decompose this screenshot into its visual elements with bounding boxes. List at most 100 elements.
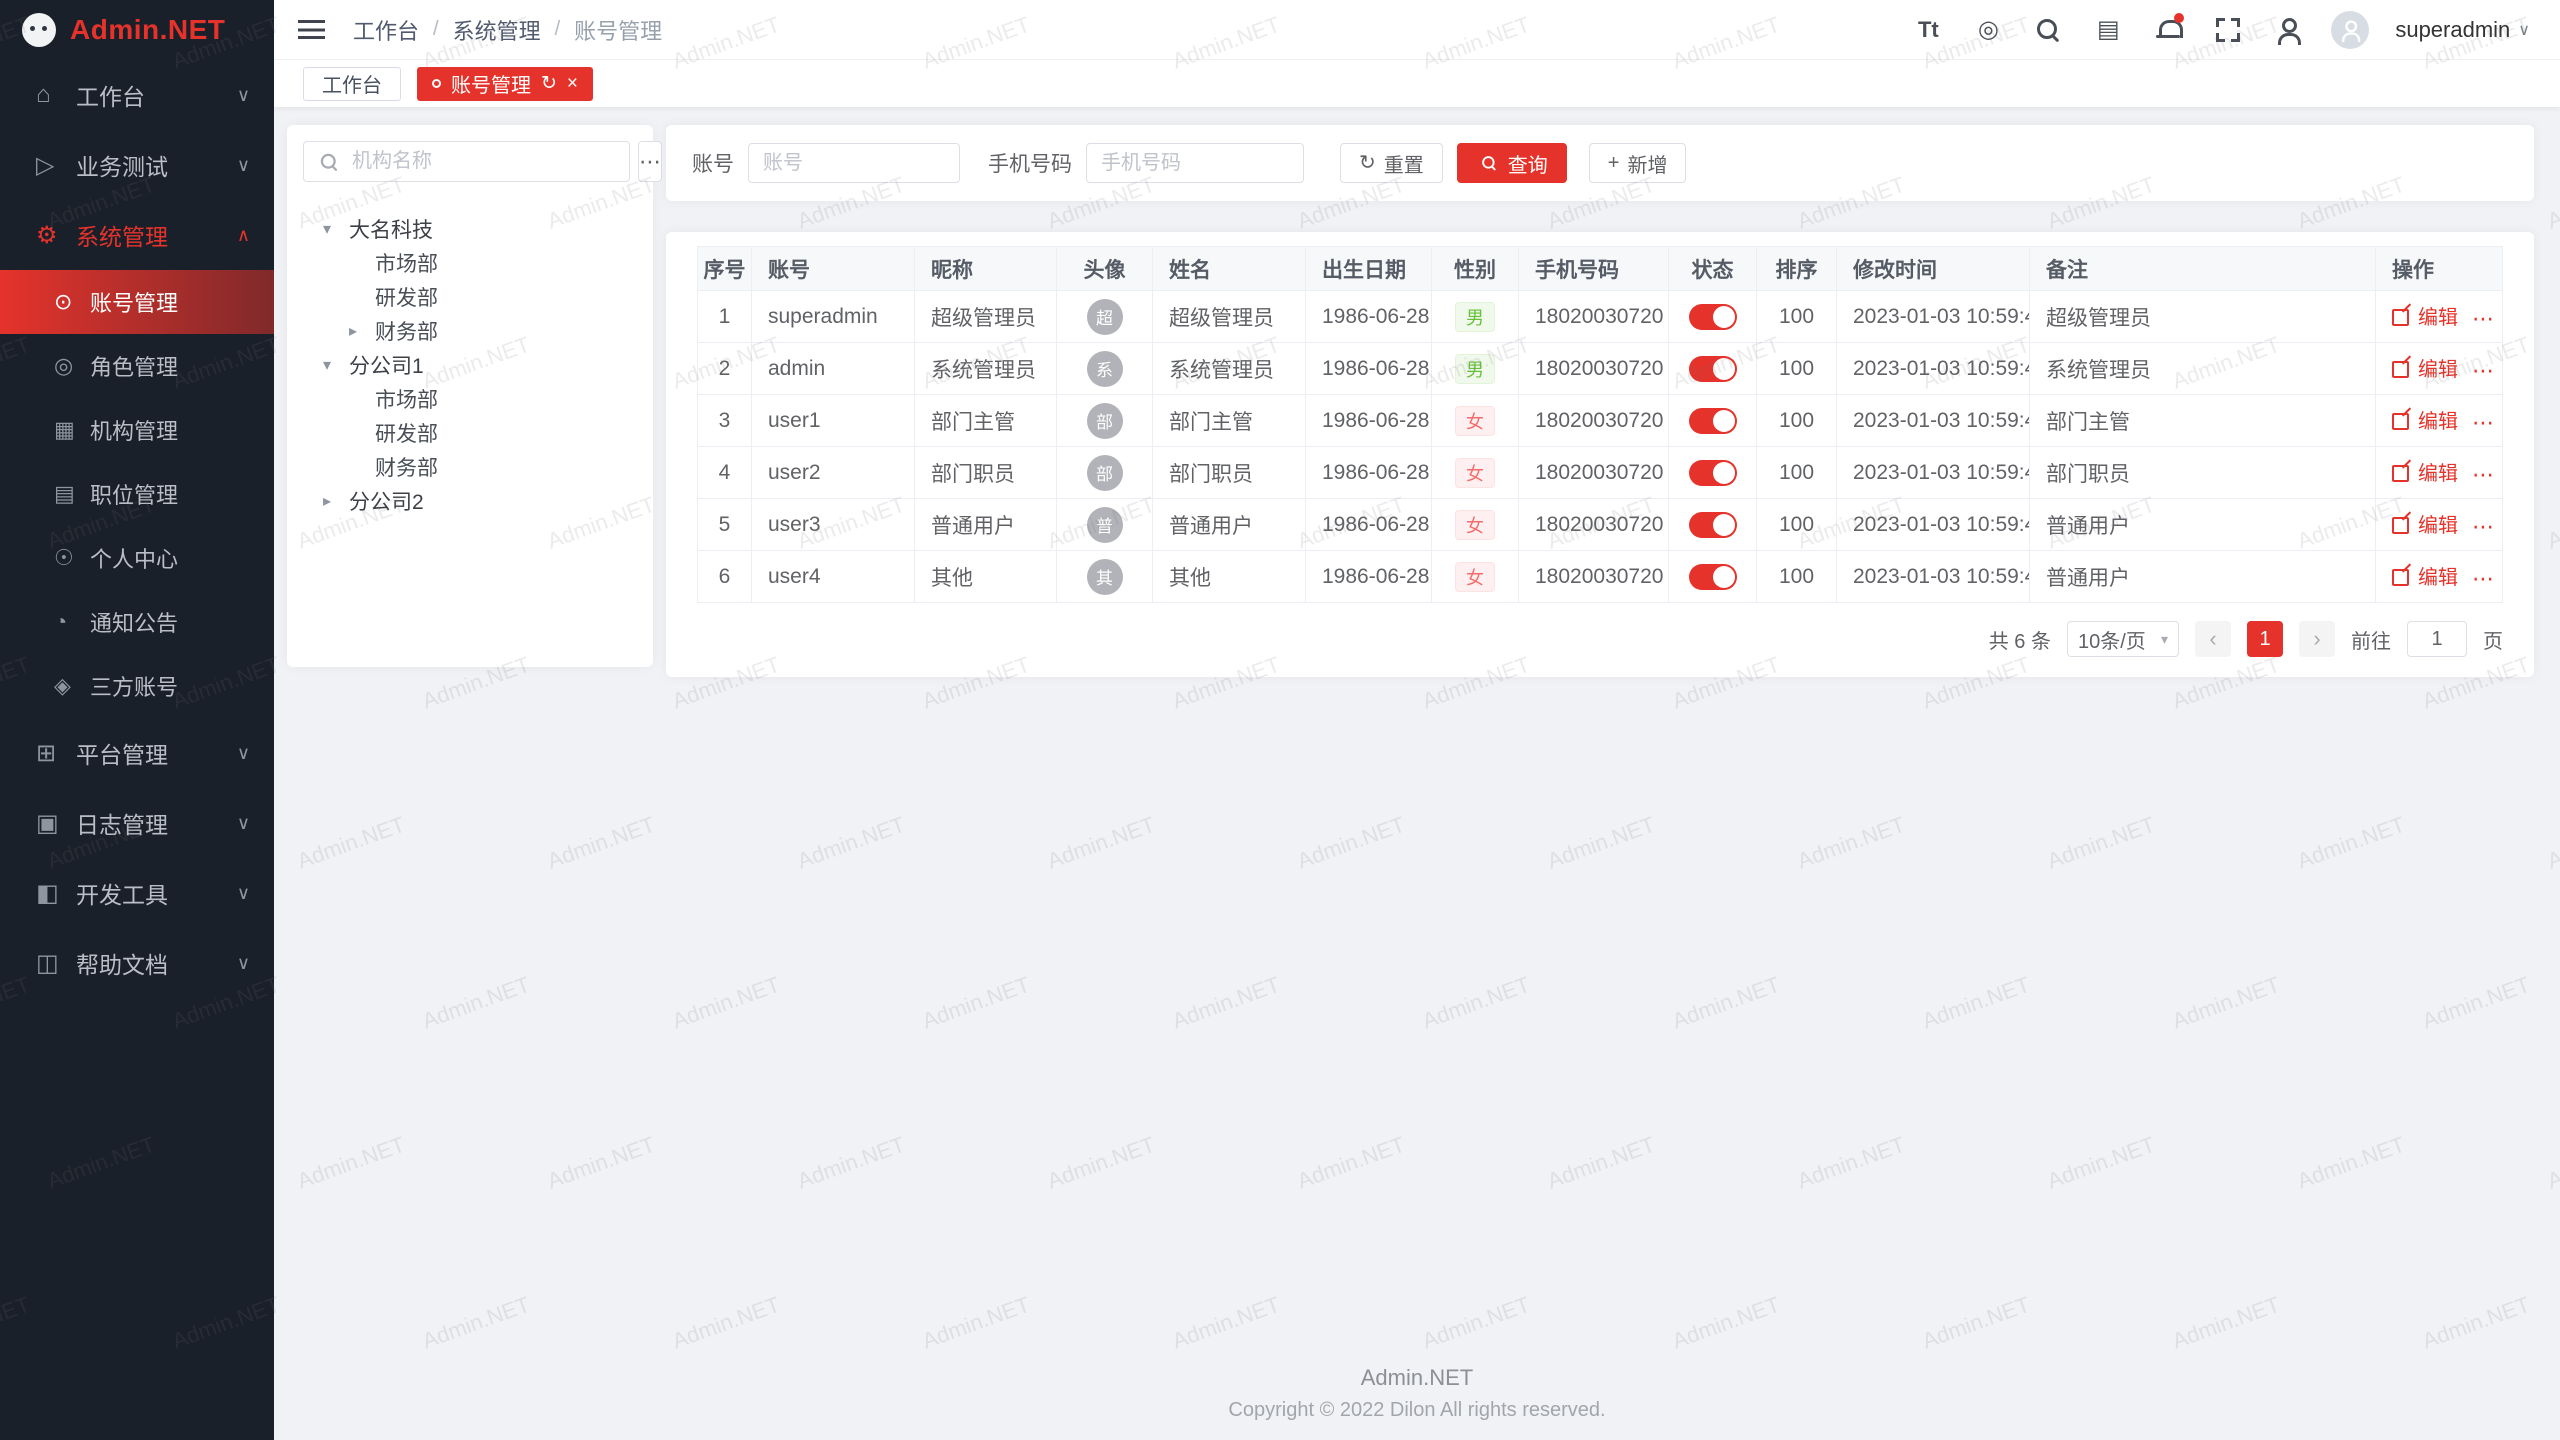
status-toggle[interactable] [1689, 304, 1737, 330]
tree-node-branch1[interactable]: ▾ 分公司1 [303, 348, 637, 382]
sidebar-item-system-management[interactable]: ⚙ 系统管理 ∧ [0, 200, 274, 270]
sidebar-item-position-management[interactable]: ▤ 职位管理 [0, 462, 274, 526]
table-row: 3 user1 部门主管 部 部门主管 1986-06-28 女 1802003… [698, 395, 2503, 447]
theme-icon[interactable]: ▤ [2091, 13, 2125, 47]
col-header-actions: 操作 [2376, 247, 2503, 291]
breadcrumb-item[interactable]: 工作台 [353, 14, 419, 46]
topbar: 工作台 / 系统管理 / 账号管理 Tt ◎ ▤ superadmin ∨ [274, 0, 2560, 60]
org-search-field[interactable] [303, 141, 630, 182]
cell-remark: 系统管理员 [2030, 343, 2376, 395]
status-toggle[interactable] [1689, 564, 1737, 590]
sidebar-item-platform-management[interactable]: ⊞ 平台管理 ∨ [0, 718, 274, 788]
reset-button[interactable]: ↻ 重置 [1340, 143, 1443, 183]
col-header-sex: 性别 [1432, 247, 1519, 291]
cell-name: 部门主管 [1153, 395, 1306, 447]
refresh-icon[interactable]: ↻ [541, 74, 557, 93]
more-actions-icon[interactable]: ⋯ [2472, 358, 2494, 383]
search-icon[interactable] [2031, 13, 2065, 47]
caret-right-icon[interactable]: ▸ [349, 321, 375, 341]
status-toggle[interactable] [1689, 460, 1737, 486]
page-size-select[interactable]: 10条/页 ▾ [2067, 621, 2179, 657]
sidebar-item-log-management[interactable]: ▣ 日志管理 ∨ [0, 788, 274, 858]
fullscreen-icon[interactable] [2211, 13, 2245, 47]
role-icon: ◎ [54, 353, 90, 379]
sidebar-item-role-management[interactable]: ◎ 角色管理 [0, 334, 274, 398]
user-menu[interactable]: superadmin ∨ [2395, 17, 2530, 43]
search-icon [319, 152, 339, 172]
sidebar-item-dev-tools[interactable]: ◧ 开发工具 ∨ [0, 858, 274, 928]
sidebar-item-label: 平台管理 [76, 736, 168, 770]
caret-down-icon[interactable]: ▾ [323, 219, 349, 239]
chevron-down-icon: ∨ [237, 85, 250, 106]
close-icon[interactable]: × [567, 74, 578, 93]
avatar[interactable] [2331, 11, 2369, 49]
globe-icon[interactable]: ◎ [1971, 13, 2005, 47]
tree-node-company[interactable]: ▾ 大名科技 [303, 212, 637, 246]
tree-node-branch2[interactable]: ▸ 分公司2 [303, 484, 637, 518]
tree-node-dept[interactable]: 市场部 [303, 382, 637, 416]
cell-phone: 18020030720 [1519, 343, 1669, 395]
chevron-down-icon: ∨ [237, 883, 250, 904]
hamburger-menu-icon[interactable] [298, 20, 325, 39]
edit-button[interactable]: 编辑 [2392, 509, 2458, 538]
status-toggle[interactable] [1689, 356, 1737, 382]
phone-filter-input[interactable] [1086, 143, 1304, 183]
next-page-button[interactable]: › [2299, 621, 2335, 657]
more-actions-icon[interactable]: ⋯ [2472, 410, 2494, 435]
edit-button[interactable]: 编辑 [2392, 457, 2458, 486]
sidebar-item-personal-center[interactable]: ☉ 个人中心 [0, 526, 274, 590]
sidebar-item-label: 三方账号 [90, 670, 178, 702]
account-filter-input[interactable] [748, 143, 960, 183]
footer-copyright: Copyright © 2022 Dilon All rights reserv… [274, 1399, 2560, 1422]
notification-bell-icon[interactable] [2151, 13, 2185, 47]
sidebar-item-workbench[interactable]: ⌂ 工作台 ∨ [0, 60, 274, 130]
accounts-table: 序号 账号 昵称 头像 姓名 出生日期 性别 手机号码 状态 排序 修改时间 [697, 246, 2503, 603]
prev-page-button[interactable]: ‹ [2195, 621, 2231, 657]
font-size-icon[interactable]: Tt [1911, 13, 1945, 47]
tree-node-dept[interactable]: ▸ 财务部 [303, 314, 637, 348]
status-toggle[interactable] [1689, 512, 1737, 538]
chevron-down-icon: ∨ [2518, 20, 2530, 40]
edit-button[interactable]: 编辑 [2392, 405, 2458, 434]
breadcrumb-item[interactable]: 系统管理 [453, 14, 541, 46]
sidebar-item-org-management[interactable]: ▦ 机构管理 [0, 398, 274, 462]
query-button[interactable]: 查询 [1457, 143, 1567, 183]
sidebar-item-account-management[interactable]: ⊙ 账号管理 [0, 270, 274, 334]
cell-phone: 18020030720 [1519, 499, 1669, 551]
cell-name: 系统管理员 [1153, 343, 1306, 395]
sidebar-item-notice[interactable]: ◔ 通知公告 [0, 590, 274, 654]
caret-right-icon[interactable]: ▸ [323, 491, 349, 511]
more-actions-icon[interactable]: ⋯ [2472, 566, 2494, 591]
sidebar-item-help-docs[interactable]: ◫ 帮助文档 ∨ [0, 928, 274, 998]
goto-page-input[interactable] [2407, 621, 2467, 657]
add-button[interactable]: + 新增 [1589, 143, 1687, 183]
cell-modified-time: 2023-01-03 10:59:44 [1837, 291, 2030, 343]
tree-node-dept[interactable]: 财务部 [303, 450, 637, 484]
edit-button[interactable]: 编辑 [2392, 561, 2458, 590]
tree-node-dept[interactable]: 研发部 [303, 280, 637, 314]
status-toggle[interactable] [1689, 408, 1737, 434]
more-actions-icon[interactable]: ⋯ [2472, 514, 2494, 539]
cell-phone: 18020030720 [1519, 291, 1669, 343]
org-search-input[interactable] [352, 150, 617, 173]
more-actions-icon[interactable]: ⋯ [2472, 462, 2494, 487]
tree-node-dept[interactable]: 市场部 [303, 246, 637, 280]
user-icon[interactable] [2271, 13, 2305, 47]
logo-icon [22, 13, 56, 47]
edit-button[interactable]: 编辑 [2392, 301, 2458, 330]
sidebar-item-third-party-account[interactable]: ◈ 三方账号 [0, 654, 274, 718]
table-row: 4 user2 部门职员 部 部门职员 1986-06-28 女 1802003… [698, 447, 2503, 499]
more-actions-icon[interactable]: ⋯ [2472, 306, 2494, 331]
tree-node-dept[interactable]: 研发部 [303, 416, 637, 450]
page-number-button[interactable]: 1 [2247, 621, 2283, 657]
sidebar-item-label: 日志管理 [76, 806, 168, 840]
sidebar-item-business-test[interactable]: ▷ 业务测试 ∨ [0, 130, 274, 200]
edit-button[interactable]: 编辑 [2392, 353, 2458, 382]
caret-down-icon[interactable]: ▾ [323, 355, 349, 375]
cell-modified-time: 2023-01-03 10:59:44 [1837, 499, 2030, 551]
tab-account-management[interactable]: 账号管理 ↻ × [417, 67, 593, 101]
org-more-button[interactable]: ⋯ [638, 141, 662, 182]
topbar-actions: Tt ◎ ▤ superadmin ∨ [1911, 11, 2530, 49]
tab-label: 工作台 [322, 69, 382, 98]
tab-workbench[interactable]: 工作台 [303, 67, 401, 101]
